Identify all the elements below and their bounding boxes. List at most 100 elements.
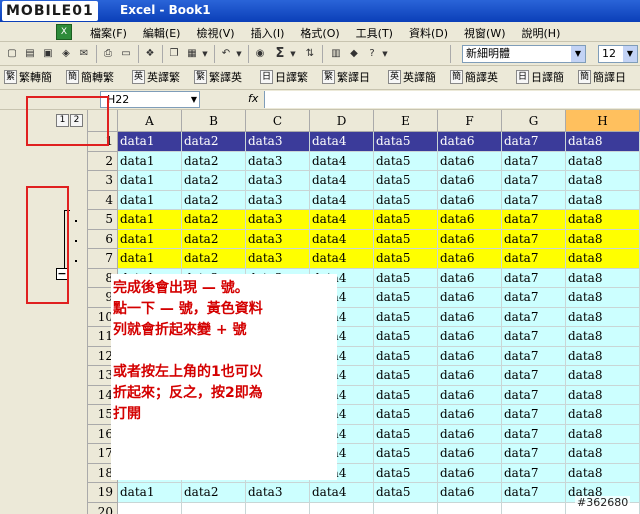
cell[interactable]: data4	[310, 132, 374, 151]
email-icon[interactable]: ✉	[76, 46, 92, 62]
cell[interactable]: data4	[310, 210, 374, 229]
cell[interactable]: data8	[566, 346, 640, 365]
cell[interactable]: data7	[502, 307, 566, 326]
column-header[interactable]: C	[246, 110, 310, 132]
cell[interactable]: data7	[502, 327, 566, 346]
cell[interactable]	[118, 502, 182, 514]
chevron-down-icon[interactable]: ▼	[191, 92, 197, 107]
convert-button[interactable]: 日日譯簡	[516, 70, 564, 86]
convert-button[interactable]: 繁繁轉簡	[4, 70, 52, 86]
cell[interactable]: data8	[566, 249, 640, 268]
cell[interactable]	[374, 502, 438, 514]
cell[interactable]: data4	[310, 483, 374, 502]
autosum-icon[interactable]: Σ	[272, 46, 288, 62]
cell[interactable]: data1	[118, 190, 182, 209]
print-preview-icon[interactable]: ▭	[118, 46, 134, 62]
copy-icon[interactable]: ❐	[166, 46, 182, 62]
cell[interactable]: data2	[182, 210, 246, 229]
cell[interactable]: data6	[438, 249, 502, 268]
chart-wizard-icon[interactable]: ▥	[328, 46, 344, 62]
cell[interactable]: data8	[566, 385, 640, 404]
cell[interactable]: data5	[374, 307, 438, 326]
cell[interactable]: data5	[374, 171, 438, 190]
convert-button[interactable]: 簡簡轉繁	[66, 70, 114, 86]
cell[interactable]: data6	[438, 307, 502, 326]
cell[interactable]: data6	[438, 483, 502, 502]
cell[interactable]: data3	[246, 132, 310, 151]
cell[interactable]: data6	[438, 268, 502, 287]
cell[interactable]: data8	[566, 366, 640, 385]
cell[interactable]: data7	[502, 268, 566, 287]
cell[interactable]: data4	[310, 190, 374, 209]
row-header[interactable]: 7	[88, 249, 118, 269]
cell[interactable]: data5	[374, 444, 438, 463]
cell[interactable]: data4	[310, 229, 374, 248]
cell[interactable]: data8	[566, 307, 640, 326]
cell[interactable]: data5	[374, 288, 438, 307]
menu-item[interactable]: 資料(D)	[401, 25, 456, 41]
convert-button[interactable]: 日日譯繁	[260, 70, 308, 86]
cell[interactable]: data5	[374, 132, 438, 151]
cell[interactable]: data5	[374, 268, 438, 287]
cell[interactable]	[438, 502, 502, 514]
cell[interactable]: data5	[374, 229, 438, 248]
chevron-down-icon[interactable]: ▼	[571, 46, 585, 62]
cell[interactable]: data6	[438, 190, 502, 209]
research-icon[interactable]: ❖	[142, 46, 158, 62]
cell[interactable]: data3	[246, 229, 310, 248]
cell[interactable]: data7	[502, 424, 566, 443]
column-header[interactable]: D	[310, 110, 374, 132]
paste-icon[interactable]: ▦	[184, 46, 200, 62]
cell[interactable]: data6	[438, 405, 502, 424]
cell[interactable]: data8	[566, 288, 640, 307]
row-header[interactable]: 4	[88, 190, 118, 210]
column-header[interactable]: E	[374, 110, 438, 132]
cell[interactable]: data7	[502, 366, 566, 385]
cell[interactable]: data5	[374, 151, 438, 170]
cell[interactable]: data8	[566, 151, 640, 170]
cell[interactable]: data5	[374, 385, 438, 404]
cell[interactable]: data1	[118, 229, 182, 248]
cell[interactable]: data7	[502, 229, 566, 248]
chevron-down-icon[interactable]: ▼	[623, 46, 637, 62]
undo-dropdown-icon[interactable]: ▼	[234, 46, 244, 62]
font-size-combo[interactable]: 12 ▼	[598, 45, 638, 63]
font-name-combo[interactable]: 新細明體 ▼	[462, 45, 586, 63]
cell[interactable]: data8	[566, 210, 640, 229]
cell[interactable]: data7	[502, 346, 566, 365]
cell[interactable]: data6	[438, 210, 502, 229]
cell[interactable]: data8	[566, 229, 640, 248]
cell[interactable]: data3	[246, 151, 310, 170]
cell[interactable]: data3	[246, 190, 310, 209]
cell[interactable]: data7	[502, 249, 566, 268]
cell[interactable]: data3	[246, 171, 310, 190]
menu-item[interactable]: 插入(I)	[243, 25, 293, 41]
cell[interactable]: data8	[566, 424, 640, 443]
formula-input[interactable]	[264, 91, 640, 108]
convert-button[interactable]: 英英譯繁	[132, 70, 180, 86]
cell[interactable]	[246, 502, 310, 514]
cell[interactable]: data1	[118, 483, 182, 502]
insert-function-icon[interactable]: fx	[248, 92, 258, 105]
cell[interactable]: data7	[502, 483, 566, 502]
cell[interactable]: data7	[502, 444, 566, 463]
cell[interactable]: data4	[310, 249, 374, 268]
cell[interactable]: data6	[438, 463, 502, 482]
cell[interactable]: data5	[374, 190, 438, 209]
convert-button[interactable]: 簡簡譯英	[450, 70, 498, 86]
cell[interactable]: data8	[566, 327, 640, 346]
cell[interactable]: data6	[438, 229, 502, 248]
menu-item[interactable]: 格式(O)	[292, 25, 347, 41]
menu-item[interactable]: 說明(H)	[514, 25, 569, 41]
cell[interactable]: data6	[438, 366, 502, 385]
new-file-icon[interactable]: ▢	[4, 46, 20, 62]
convert-button[interactable]: 繁繁譯日	[322, 70, 370, 86]
cell[interactable]: data6	[438, 444, 502, 463]
cell[interactable]: data6	[438, 327, 502, 346]
cell[interactable]: data6	[438, 171, 502, 190]
row-header[interactable]: 5	[88, 210, 118, 230]
convert-button[interactable]: 繁繁譯英	[194, 70, 242, 86]
cell[interactable]: data4	[310, 151, 374, 170]
cell[interactable]: data6	[438, 424, 502, 443]
name-box[interactable]: H22 ▼	[100, 91, 200, 108]
